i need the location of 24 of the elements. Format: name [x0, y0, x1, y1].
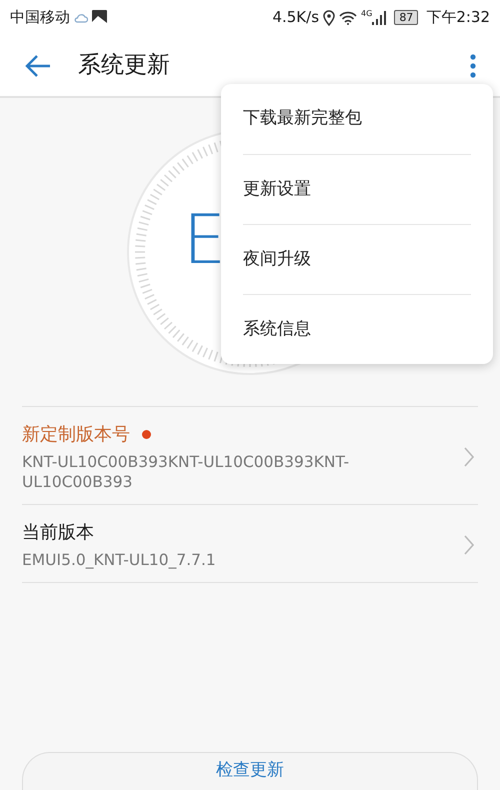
- more-options-icon[interactable]: [470, 54, 476, 78]
- version-title: 新定制版本号: [22, 423, 130, 447]
- signal-icon: [372, 10, 386, 24]
- version-title: 当前版本: [22, 521, 94, 546]
- clock: 下午2:32: [426, 7, 490, 28]
- page-title: 系统更新: [78, 51, 170, 80]
- carrier-name: 中国移动: [10, 7, 70, 28]
- location-icon: [323, 10, 336, 26]
- menu-item[interactable]: 更新设置: [243, 154, 471, 224]
- back-arrow-icon[interactable]: [24, 54, 52, 78]
- menu-item[interactable]: 夜间升级: [243, 224, 471, 294]
- version-number: EMUI5.0_KNT-UL10_7.7.1: [22, 550, 217, 570]
- version-row[interactable]: 当前版本 EMUI5.0_KNT-UL10_7.7.1: [22, 505, 478, 584]
- version-row[interactable]: 新定制版本号 KNT-UL10C00B393KNT-UL10C00B393KNT-UL10C00B393: [22, 407, 478, 506]
- battery-level: 87: [394, 10, 418, 25]
- menu-item[interactable]: 系统信息: [243, 294, 471, 364]
- version-number: KNT-UL10C00B393KNT-UL10C00B393KNT-UL10C00B393: [22, 452, 350, 492]
- network-speed: 4.5K/s: [272, 7, 320, 28]
- logo-text: E: [183, 207, 226, 275]
- menu-item[interactable]: 下载最新完整包: [243, 84, 471, 154]
- check-update-button[interactable]: 检查更新: [22, 752, 478, 790]
- network-type: 4G: [361, 8, 372, 20]
- cloud-icon: [74, 12, 88, 22]
- wifi-icon: [339, 10, 358, 24]
